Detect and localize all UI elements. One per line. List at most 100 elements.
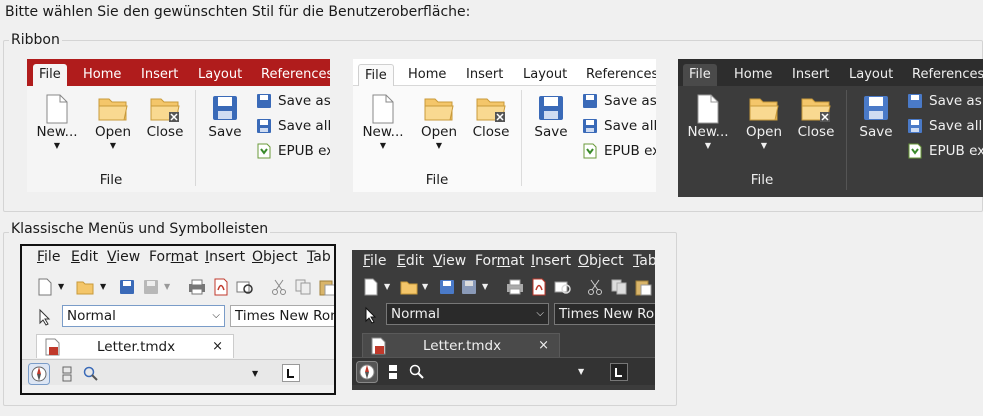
new-button[interactable]: New... ▼ — [686, 94, 730, 150]
pdf-icon[interactable] — [212, 278, 230, 296]
paste-icon[interactable] — [634, 278, 652, 296]
document-tab[interactable]: Letter.tmdx × — [362, 333, 560, 357]
print-preview-icon[interactable] — [554, 278, 572, 296]
save-icon[interactable] — [118, 278, 136, 296]
document-tab[interactable]: Letter.tmdx × — [36, 334, 234, 358]
save-all-icon[interactable] — [460, 278, 478, 296]
tab-references[interactable]: References — [906, 64, 983, 86]
search-icon[interactable] — [408, 363, 426, 381]
menu-format[interactable]: Format — [475, 253, 524, 269]
tab-insert[interactable]: Insert — [786, 64, 835, 86]
pdf-icon[interactable] — [530, 278, 548, 296]
print-icon[interactable] — [506, 278, 524, 296]
tab-references[interactable]: References — [580, 64, 656, 86]
new-file-icon[interactable] — [362, 278, 380, 296]
menu-insert[interactable]: Insert — [205, 249, 245, 265]
chevron-down-icon[interactable]: ▼ — [58, 278, 76, 296]
chevron-down-icon[interactable]: ▼ — [578, 363, 596, 381]
save-icon[interactable] — [438, 278, 456, 296]
ribbon-style-red[interactable]: File Home Insert Layout References New..… — [27, 59, 330, 192]
rows-icon[interactable] — [384, 363, 402, 381]
tab-insert[interactable]: Insert — [135, 64, 184, 86]
close-icon[interactable]: × — [538, 334, 549, 358]
save-as-button[interactable]: Save as — [907, 90, 982, 112]
menu-table[interactable]: Tab — [633, 253, 655, 269]
tab-insert[interactable]: Insert — [460, 64, 509, 86]
save-button[interactable]: Save — [203, 94, 247, 140]
compass-icon[interactable] — [356, 361, 378, 383]
close-button[interactable]: Close — [794, 94, 838, 140]
print-preview-icon[interactable] — [236, 278, 254, 296]
ribbon-body: New... ▼ Open ▼ Close Save Save as Save … — [27, 86, 330, 192]
save-button[interactable]: Save — [854, 94, 898, 140]
save-button[interactable]: Save — [529, 94, 573, 140]
chevron-down-icon[interactable]: ▼ — [100, 278, 118, 296]
epub-export-button[interactable]: EPUB ex — [907, 140, 983, 162]
search-icon[interactable] — [82, 365, 100, 383]
epub-export-button[interactable]: EPUB ex — [582, 140, 656, 162]
classic-style-dark[interactable]: File Edit View Format Insert Object Tab … — [352, 250, 655, 390]
close-button[interactable]: Close — [469, 94, 513, 140]
close-icon[interactable]: × — [212, 335, 223, 359]
tab-file[interactable]: File — [33, 64, 67, 86]
ribbon-style-light[interactable]: File Home Insert Layout References New..… — [353, 59, 656, 192]
save-as-button[interactable]: Save as — [256, 90, 330, 112]
copy-icon[interactable] — [294, 278, 312, 296]
new-button[interactable]: New... ▼ — [35, 94, 79, 150]
save-as-button[interactable]: Save as — [582, 90, 656, 112]
menu-edit[interactable]: Edit — [397, 253, 424, 269]
menu-table[interactable]: Tab — [307, 249, 331, 265]
tab-layout[interactable]: Layout — [517, 64, 573, 86]
open-folder-icon[interactable] — [76, 278, 94, 296]
ribbon-style-dark[interactable]: File Home Insert Layout References New..… — [678, 59, 983, 197]
menu-file[interactable]: File — [363, 253, 386, 269]
save-all-icon[interactable] — [142, 278, 160, 296]
copy-icon[interactable] — [610, 278, 628, 296]
epub-export-button[interactable]: EPUB ex — [256, 140, 330, 162]
tab-stop-icon[interactable] — [610, 363, 628, 381]
cut-icon[interactable] — [270, 278, 288, 296]
paragraph-style-combo[interactable]: Normal ⌵ — [386, 303, 549, 325]
menu-view[interactable]: View — [433, 253, 466, 269]
font-family-combo[interactable]: Times New Roman — [554, 303, 655, 325]
menu-insert[interactable]: Insert — [531, 253, 571, 269]
menu-format[interactable]: Format — [149, 249, 198, 265]
tab-layout[interactable]: Layout — [843, 64, 899, 86]
rows-icon[interactable] — [58, 365, 76, 383]
menu-view[interactable]: View — [107, 249, 140, 265]
save-all-button[interactable]: Save all — [907, 115, 982, 137]
compass-icon[interactable] — [28, 363, 50, 385]
pointer-arrow-icon[interactable] — [36, 308, 54, 326]
paste-icon[interactable] — [318, 278, 336, 296]
tab-home[interactable]: Home — [728, 64, 778, 86]
pointer-arrow-icon[interactable] — [362, 306, 380, 324]
open-folder-icon[interactable] — [400, 278, 418, 296]
save-all-button[interactable]: Save all — [582, 115, 656, 137]
tab-home[interactable]: Home — [402, 64, 452, 86]
save-all-button[interactable]: Save all — [256, 115, 330, 137]
tab-layout[interactable]: Layout — [192, 64, 248, 86]
menu-edit[interactable]: Edit — [71, 249, 98, 265]
open-button[interactable]: Open ▼ — [417, 94, 461, 150]
tab-references[interactable]: References — [255, 64, 330, 86]
classic-style-light[interactable]: File Edit View Format Insert Object Tab … — [20, 244, 336, 395]
menu-object[interactable]: Object — [578, 253, 624, 269]
menu-file[interactable]: File — [37, 249, 60, 265]
chevron-down-icon[interactable]: ▼ — [164, 278, 182, 296]
tab-stop-icon[interactable] — [282, 364, 300, 382]
chevron-down-icon[interactable]: ▼ — [482, 278, 500, 296]
close-button[interactable]: Close — [143, 94, 187, 140]
open-button[interactable]: Open ▼ — [91, 94, 135, 150]
open-button[interactable]: Open ▼ — [742, 94, 786, 150]
print-icon[interactable] — [188, 278, 206, 296]
new-button[interactable]: New... ▼ — [361, 94, 405, 150]
new-file-icon[interactable] — [36, 278, 54, 296]
paragraph-style-combo[interactable]: Normal ⌵ — [62, 305, 225, 327]
tab-home[interactable]: Home — [77, 64, 127, 86]
cut-icon[interactable] — [586, 278, 604, 296]
font-family-combo[interactable]: Times New Roman — [230, 305, 334, 327]
tab-file[interactable]: File — [358, 64, 394, 86]
menu-object[interactable]: Object — [252, 249, 298, 265]
tab-file[interactable]: File — [683, 64, 717, 86]
chevron-down-icon[interactable]: ▼ — [252, 365, 270, 383]
